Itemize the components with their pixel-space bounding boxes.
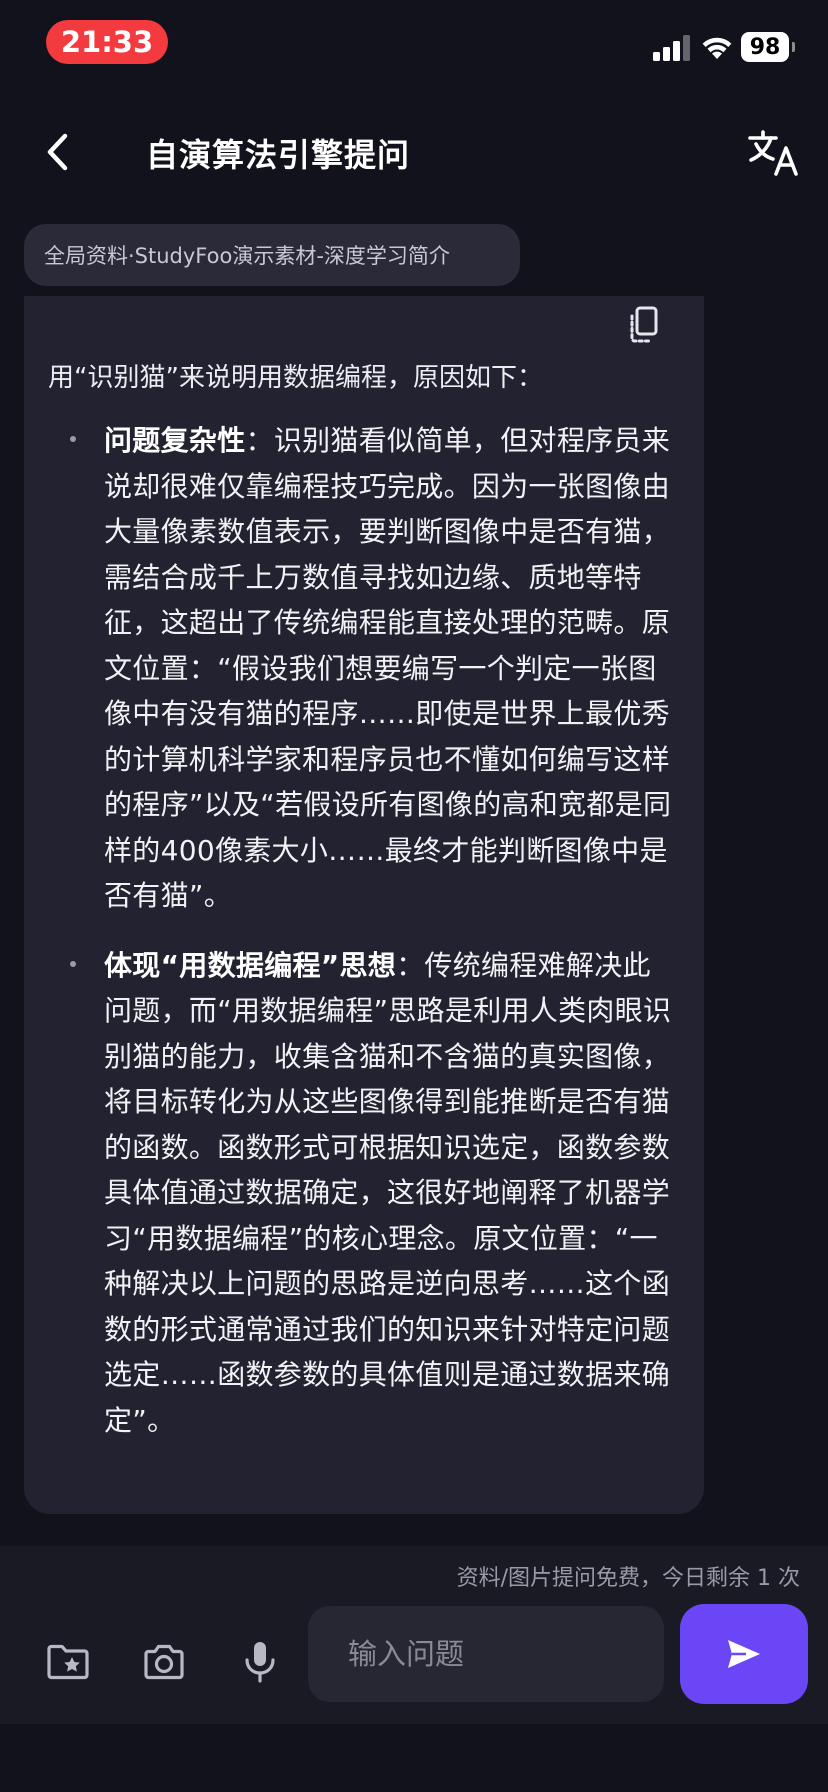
list-item: 问题复杂性：识别猫看似简单，但对程序员来说却很难仅靠编程技巧完成。因为一张图像由… <box>24 418 704 919</box>
bullet-body: ：传统编程难解决此问题，而“用数据编程”思路是利用人类肉眼识别猫的能力，收集含猫… <box>104 948 672 1437</box>
answer-card: 用“识别猫”来说明用数据编程，原因如下： 问题复杂性：识别猫看似简单，但对程序员… <box>24 296 704 1514</box>
bullet-body: ：识别猫看似简单，但对程序员来说却很难仅靠编程技巧完成。因为一张图像由大量像素数… <box>104 424 672 912</box>
bullet-title: 问题复杂性 <box>104 424 246 457</box>
bullet-dot <box>70 436 76 442</box>
copy-button[interactable] <box>624 304 664 348</box>
header: 自演算法引擎提问 <box>0 110 828 194</box>
bullet-dot <box>70 960 76 967</box>
bottom-bar: 资料/图片提问免费，今日剩余 1 次 <box>0 1546 828 1724</box>
bullet-text: 问题复杂性：识别猫看似简单，但对程序员来说却很难仅靠编程技巧完成。因为一张图像由… <box>104 418 676 919</box>
bullet-title: 体现“用数据编程”思想 <box>104 948 397 982</box>
camera-icon <box>144 1644 184 1680</box>
answer-intro: 用“识别猫”来说明用数据编程，原因如下： <box>48 363 543 393</box>
translate-icon <box>748 130 798 176</box>
send-button[interactable] <box>680 1604 808 1704</box>
question-input[interactable] <box>348 1637 664 1671</box>
question-input-box[interactable] <box>308 1606 664 1702</box>
status-bar: 21:33 98 <box>0 0 828 96</box>
home-indicator-zone <box>0 1724 828 1792</box>
microphone-button[interactable] <box>232 1634 288 1690</box>
send-icon <box>728 1640 760 1668</box>
list-item: 体现“用数据编程”思想：传统编程难解决此问题，而“用数据编程”思路是利用人类肉眼… <box>24 943 704 1444</box>
copy-icon <box>630 306 658 343</box>
status-time: 21:33 <box>46 20 168 64</box>
chevron-left-icon <box>47 133 68 171</box>
bullet-text: 体现“用数据编程”思想：传统编程难解决此问题，而“用数据编程”思路是利用人类肉眼… <box>104 943 676 1444</box>
source-chip[interactable]: 全局资料·StudyFoo演示素材-深度学习简介 <box>24 224 520 286</box>
back-button[interactable] <box>30 124 86 180</box>
quota-note: 资料/图片提问免费，今日剩余 1 次 <box>456 1566 800 1591</box>
battery-indicator: 98 <box>741 32 795 62</box>
folder-button[interactable] <box>40 1634 96 1690</box>
microphone-icon <box>245 1642 275 1683</box>
folder-star-icon <box>47 1644 89 1680</box>
translate-button[interactable] <box>746 128 802 180</box>
camera-button[interactable] <box>136 1634 192 1690</box>
cellular-signal-icon <box>653 35 691 61</box>
wifi-icon <box>702 37 732 59</box>
answer-bullets: 问题复杂性：识别猫看似简单，但对程序员来说却很难仅靠编程技巧完成。因为一张图像由… <box>24 418 704 1467</box>
page-title: 自演算法引擎提问 <box>146 136 411 174</box>
